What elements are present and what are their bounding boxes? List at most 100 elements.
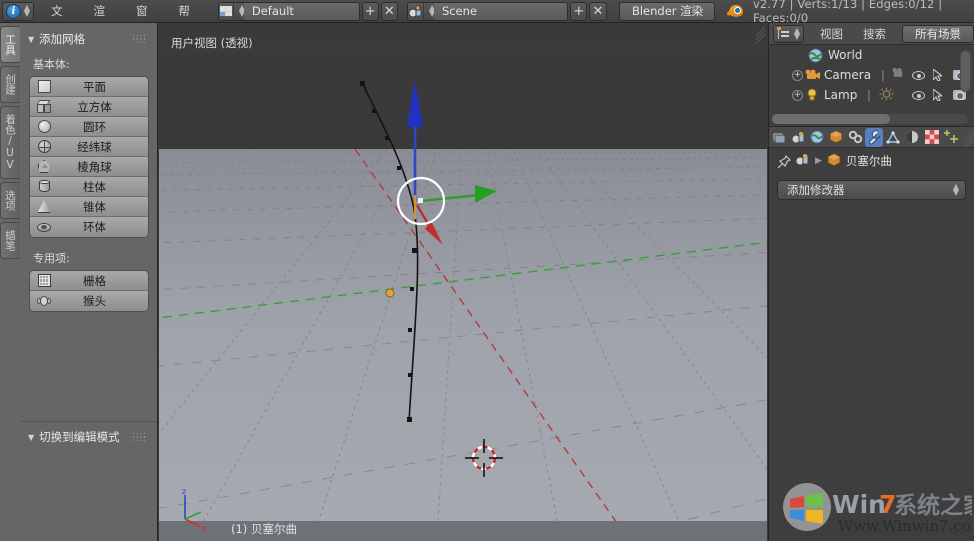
- restrict-view-toggle[interactable]: [912, 70, 925, 80]
- blender-logo-icon: [726, 4, 743, 18]
- particles-tab[interactable]: [942, 128, 960, 147]
- add-modifier-spinner-icon: ▲ ▼: [952, 182, 960, 197]
- screen-layout-selector[interactable]: ▲ ▼ Default: [217, 1, 360, 21]
- outliner-editor: ▲ ▼ 视图 搜索 所有场景 World + Camera | + Lamp |: [768, 23, 974, 126]
- bezier-curve: [362, 83, 419, 422]
- render-tab[interactable]: [770, 128, 788, 147]
- outliner-row-lamp[interactable]: + Lamp |: [769, 85, 974, 105]
- lamp-icon: [803, 88, 820, 102]
- chevron-down-icon: ▼: [28, 34, 35, 44]
- outliner-spinner-icon: ▲ ▼: [793, 25, 801, 41]
- add-cylinder-label: 柱体: [83, 179, 106, 194]
- outliner-row-camera[interactable]: + Camera |: [769, 65, 974, 85]
- camera-data-icon: [891, 67, 906, 83]
- section-label-special: 专用项:: [33, 252, 70, 265]
- menu-help[interactable]: 帮助: [167, 0, 209, 41]
- tab-shading-uv[interactable]: 着色/UV: [0, 106, 20, 179]
- outliner-filter-value[interactable]: 所有场景: [902, 24, 974, 43]
- edit-mode-panel: ▼ 切换到编辑模式 ::::::::: [21, 421, 157, 541]
- add-plane-button[interactable]: 平面: [30, 77, 148, 97]
- add-ico-sphere-label: 棱角球: [77, 159, 112, 174]
- world-tab[interactable]: [827, 128, 845, 147]
- delete-scene-button[interactable]: ✕: [589, 1, 607, 21]
- add-modifier-label: 添加修改器: [787, 183, 845, 197]
- tab-options[interactable]: 选项: [0, 182, 20, 219]
- render-engine-value[interactable]: Blender 渲染: [619, 2, 714, 20]
- scene-value[interactable]: Scene: [433, 2, 568, 20]
- material-tab[interactable]: [903, 128, 921, 147]
- add-torus-button[interactable]: 环体: [30, 217, 148, 237]
- render-engine-selector[interactable]: Blender 渲染 ▲▼: [618, 1, 715, 21]
- menu-window[interactable]: 窗口: [125, 0, 167, 41]
- outliner-label-world: World: [828, 48, 863, 62]
- tab-create[interactable]: 创建: [0, 66, 20, 103]
- add-layout-button[interactable]: +: [361, 1, 379, 21]
- cylinder-icon: [33, 180, 55, 193]
- menu-render[interactable]: 渲染: [82, 0, 124, 41]
- texture-tab[interactable]: [923, 128, 941, 147]
- object-data-tab[interactable]: [884, 128, 902, 147]
- restrict-view-toggle[interactable]: [912, 90, 925, 100]
- menu-file[interactable]: 文件: [40, 0, 82, 41]
- scene-icon: [407, 2, 424, 20]
- scene-selector[interactable]: ▲ ▼ Scene: [406, 1, 569, 21]
- properties-corner-handle[interactable]: [961, 130, 974, 149]
- outliner-label-lamp: Lamp: [824, 88, 858, 102]
- outliner-tree[interactable]: World + Camera | + Lamp |: [769, 45, 974, 126]
- screen-layout-value[interactable]: Default: [243, 2, 359, 20]
- add-modifier-button[interactable]: 添加修改器 ▲ ▼: [777, 180, 966, 200]
- panel-header-add-mesh[interactable]: ▼ 添加网格 ::::::::: [21, 23, 157, 53]
- cone-icon: [33, 200, 55, 213]
- restrict-select-toggle[interactable]: [933, 69, 942, 81]
- add-uv-sphere-button[interactable]: 经纬球: [30, 137, 148, 157]
- outliner-label-camera: Camera: [824, 68, 872, 82]
- breadcrumb-scene-icon[interactable]: [795, 153, 810, 169]
- outliner-horizontal-scrollbar[interactable]: [772, 114, 968, 124]
- viewport-corner-handle[interactable]: [751, 26, 766, 45]
- restrict-select-toggle[interactable]: [933, 89, 942, 101]
- object-tab[interactable]: [846, 128, 864, 147]
- add-torus-label: 环体: [83, 220, 106, 234]
- viewport-view-label: 用户视图 (透视): [171, 36, 253, 50]
- torus-icon: [33, 221, 55, 234]
- add-cylinder-button[interactable]: 柱体: [30, 177, 148, 197]
- expand-toggle-icon[interactable]: +: [792, 89, 803, 101]
- expand-toggle-icon[interactable]: +: [792, 69, 803, 81]
- panel-header-edit-mode[interactable]: ▼ 切换到编辑模式 ::::::::: [21, 422, 157, 445]
- add-cone-button[interactable]: 锥体: [30, 197, 148, 217]
- monkey-icon: [33, 295, 55, 308]
- tool-shelf: 工具 创建 着色/UV 选项 蜡笔 ▼ 添加网格 :::::::: 基本体: 平…: [0, 23, 158, 541]
- add-monkey-button[interactable]: 猴头: [30, 291, 148, 311]
- axis-gizmo: z x: [182, 487, 207, 533]
- pin-icon[interactable]: [777, 154, 792, 168]
- scene-tab[interactable]: [808, 128, 826, 147]
- outliner-row-world[interactable]: World: [769, 45, 974, 65]
- add-cube-button[interactable]: 立方体: [30, 97, 148, 117]
- outliner-menu-search[interactable]: 搜索: [853, 23, 896, 45]
- grid-icon: [33, 274, 55, 287]
- watermark-url: Www.Winwin7.com: [838, 517, 972, 535]
- add-circle-button[interactable]: 圆环: [30, 117, 148, 137]
- 3d-viewport[interactable]: 用户视图 (透视) (1) 贝塞尔曲 z x: [159, 23, 767, 541]
- breadcrumb-object-label: 贝塞尔曲: [845, 154, 892, 168]
- add-grid-button[interactable]: 栅格: [30, 271, 148, 291]
- plane-icon: [33, 80, 55, 93]
- add-scene-button[interactable]: +: [570, 1, 588, 21]
- editor-type-selector[interactable]: i ▲ ▼: [2, 1, 34, 21]
- tab-grease-pencil[interactable]: 蜡笔: [0, 222, 20, 259]
- object-icon[interactable]: [827, 152, 841, 170]
- outliner-header: ▲ ▼ 视图 搜索 所有场景: [769, 23, 974, 45]
- add-plane-label: 平面: [83, 79, 106, 94]
- add-grid-label: 栅格: [83, 273, 106, 288]
- render-layers-tab[interactable]: [789, 128, 807, 147]
- outliner-display-mode-selector[interactable]: ▲ ▼: [773, 24, 804, 43]
- eye-icon: [912, 70, 925, 80]
- modifiers-tab[interactable]: [865, 127, 884, 147]
- outliner-vertical-scrollbar[interactable]: [960, 50, 971, 92]
- delete-layout-button[interactable]: ✕: [380, 1, 398, 21]
- special-button-group: 栅格 猴头: [29, 270, 149, 312]
- viewport-object-label: (1) 贝塞尔曲: [231, 522, 297, 536]
- tab-tools[interactable]: 工具: [0, 26, 20, 63]
- add-ico-sphere-button[interactable]: 棱角球: [30, 157, 148, 177]
- outliner-menu-view[interactable]: 视图: [810, 23, 853, 45]
